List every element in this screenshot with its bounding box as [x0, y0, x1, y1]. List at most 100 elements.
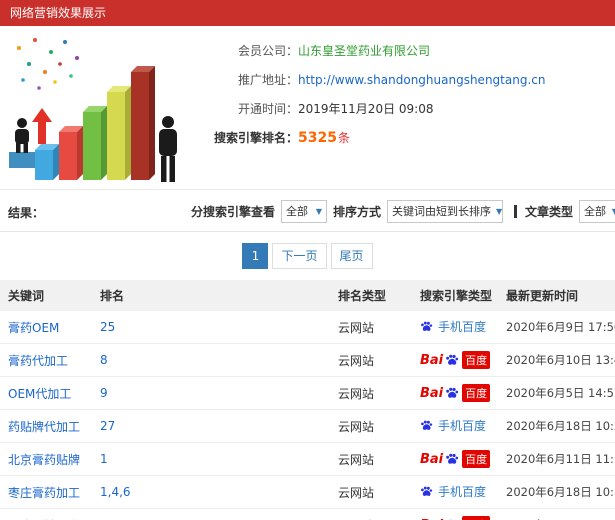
mobile-baidu-text: 手机百度	[438, 485, 487, 499]
update-time-value: 2020年6月18日 10:19	[498, 475, 615, 509]
baidu-du-text: 百度	[462, 450, 491, 468]
keyword-cell: 北京膏药贴牌	[0, 442, 92, 476]
page-current[interactable]: 1	[242, 243, 269, 269]
keyword-cell: 枣庄膏药加工	[0, 475, 92, 509]
baidu-bai-text: Bai	[420, 352, 444, 368]
page-last[interactable]: 尾页	[330, 243, 373, 269]
growth-chart-illustration	[9, 38, 177, 182]
baidu-du-text: 百度	[462, 384, 491, 402]
baidu-paw-icon	[421, 321, 433, 331]
sort-filter-label: 排序方式	[333, 204, 382, 219]
rank-type-value: 云网站	[330, 475, 412, 509]
engine-type-cell: Bai百度	[412, 508, 498, 520]
article-type-select-value: 全部	[584, 205, 607, 218]
type-filter-label: 文章类型	[525, 204, 574, 219]
article-type-select[interactable]: 全部 ▼	[579, 199, 615, 223]
keyword-link[interactable]: OEM代加工	[8, 387, 71, 401]
confetti-dots	[17, 38, 79, 90]
company-link[interactable]: 山东皇圣堂药业有限公司	[298, 42, 430, 59]
member-info: 会员公司： 山东皇圣堂药业有限公司 推广地址： http://www.shand…	[192, 26, 615, 152]
update-time-value: 2020年6月10日 13:40	[498, 343, 615, 377]
table-row: 药贴牌代加工 27云网站 手机百度 2020年6月18日 10:25	[0, 409, 615, 443]
keyword-cell: 膏药OEM	[0, 311, 92, 344]
engine-type-cell: 手机百度	[412, 409, 498, 443]
sort-select[interactable]: 关键词由短到长排序 ▼	[387, 199, 504, 223]
page-header: 网络营销效果展示	[0, 0, 615, 26]
result-label: 结果：	[8, 206, 45, 220]
company-label: 会员公司：	[237, 44, 298, 58]
rank-count-label: 搜索引擎排名：	[213, 131, 298, 145]
filter-bar: 结果： 分搜索引擎查看 全部 ▼ 排序方式 关键词由短到长排序 ▼ 文章类型 全…	[0, 190, 615, 232]
promotion-url-row: 推广地址： http://www.shandonghuangshengtang.…	[192, 65, 615, 94]
engine-type-cell: Bai 百度	[412, 442, 498, 476]
baidu-du-text: 百度	[462, 351, 491, 369]
keyword-cell: OEM代加工	[0, 376, 92, 410]
chevron-down-icon: ▼	[315, 206, 323, 216]
baidu-logo: Bai 百度	[420, 384, 491, 402]
update-time-value: 2020年6月5日 14:57	[498, 376, 615, 410]
rank-value: 27	[92, 409, 330, 443]
open-time-row: 开通时间： 2019年11月20日 09:08	[192, 94, 615, 123]
keyword-link[interactable]: 膏药代加工	[8, 354, 68, 368]
mobile-baidu-logo: 手机百度	[420, 483, 486, 500]
keyword-link[interactable]: 北京膏药贴牌	[8, 453, 80, 467]
table-row: OEM代加工 9 云网站 Bai 百度 2020年6月5日 14:57	[0, 376, 615, 410]
keyword-cell: 膏药代加工	[0, 343, 92, 377]
sort-select-value: 关键词由短到长排序	[392, 205, 492, 218]
engine-type-cell: 手机百度	[412, 475, 498, 509]
page-title: 网络营销效果展示	[10, 6, 107, 20]
table-row: 膏药OEM 25 云网站 手机百度 2020年6月9日 17:50	[0, 311, 615, 344]
rank-value: 25	[92, 311, 330, 344]
rank-type-value: 云网站	[330, 343, 412, 377]
rank-count-unit: 条	[337, 131, 350, 145]
promotion-url-link[interactable]: http://www.shandonghuangshengtang.cn	[298, 73, 545, 87]
table-header-row: 关键词 排名 排名类型 搜索引擎类型 最新更新时间	[0, 280, 615, 311]
column-header: 排名	[92, 280, 330, 311]
column-header: 搜索引擎类型	[412, 280, 498, 311]
rank-value: 9	[92, 376, 330, 410]
company-row: 会员公司： 山东皇圣堂药业有限公司	[192, 36, 615, 65]
baidu-paw-icon	[421, 420, 433, 430]
rank-value: 1	[92, 442, 330, 476]
baidu-paw-icon	[446, 387, 459, 398]
businessman-left	[15, 118, 29, 153]
page-next[interactable]: 下一页	[272, 243, 327, 269]
baidu-bai-text: Bai	[420, 451, 444, 467]
rank-count-value: 5325	[298, 129, 337, 146]
open-time-label: 开通时间：	[237, 102, 298, 116]
table-row: 医疗器械厂家4云网站 Bai百度 2020年5月29日 10:32	[0, 508, 615, 520]
keyword-cell: 医疗器械厂家	[0, 508, 92, 520]
baidu-paw-icon	[421, 486, 433, 496]
podium-block	[9, 152, 35, 168]
update-time-value: 2020年5月29日 10:32	[498, 508, 615, 520]
table-row: 北京膏药贴牌 1云网站 Bai 百度 2020年6月11日 11:18	[0, 442, 615, 476]
rank-value: 8	[92, 343, 330, 377]
engine-select[interactable]: 全部 ▼	[281, 199, 328, 223]
engine-select-value: 全部	[286, 205, 309, 218]
update-time-value: 2020年6月11日 11:18	[498, 442, 615, 476]
keyword-link[interactable]: 膏药OEM	[8, 321, 59, 335]
open-time-value: 2019年11月20日 09:08	[298, 102, 434, 116]
baidu-logo: Bai百度	[420, 516, 491, 520]
baidu-bai-text: Bai	[420, 385, 444, 401]
filters-group: 分搜索引擎查看 全部 ▼ 排序方式 关键词由短到长排序 ▼ 文章类型 全部 ▼ …	[188, 190, 615, 231]
info-section: 会员公司： 山东皇圣堂药业有限公司 推广地址： http://www.shand…	[0, 26, 615, 190]
baidu-logo: Bai 百度	[420, 450, 491, 468]
engine-filter-label: 分搜索引擎查看	[191, 204, 276, 219]
baidu-paw-icon	[446, 453, 459, 464]
filter-divider	[514, 204, 518, 218]
mobile-baidu-logo: 手机百度	[420, 318, 486, 335]
baidu-logo: Bai 百度	[420, 351, 491, 369]
update-time-value: 2020年6月9日 17:50	[498, 311, 615, 344]
businessman-right	[159, 116, 177, 182]
keyword-link[interactable]: 枣庄膏药加工	[8, 486, 80, 500]
engine-type-cell: Bai 百度	[412, 343, 498, 377]
update-time-value: 2020年6月18日 10:25	[498, 409, 615, 443]
mobile-baidu-text: 手机百度	[438, 320, 487, 334]
column-header: 排名类型	[330, 280, 412, 311]
keyword-link[interactable]: 药贴牌代加工	[8, 420, 80, 434]
rank-type-value: 云网站	[330, 376, 412, 410]
rank-value: 1,4,6	[92, 475, 330, 509]
engine-type-cell: Bai 百度	[412, 376, 498, 410]
mobile-baidu-text: 手机百度	[438, 419, 487, 433]
